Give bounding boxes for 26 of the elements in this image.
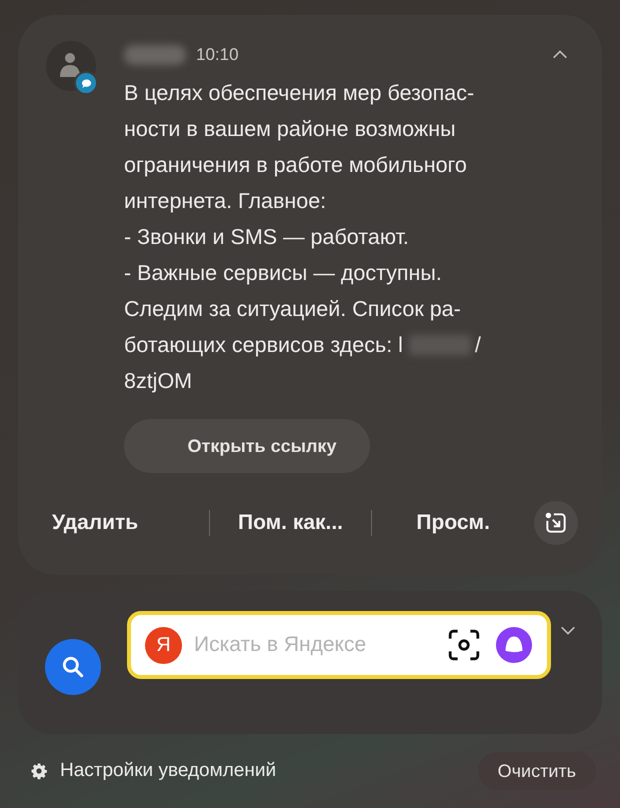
message-text: - Важные сервисы — доступны.: [124, 260, 442, 287]
message-text: 8ztjOM: [124, 368, 192, 395]
message-text: интернета. Главное:: [124, 188, 326, 215]
action-button[interactable]: Просм.: [410, 507, 496, 539]
search-field[interactable]: Я Искать в Яндексе: [127, 611, 551, 679]
message-text: /: [474, 332, 481, 359]
camera-scan-icon[interactable]: [447, 628, 481, 662]
settings-icon[interactable]: [30, 762, 48, 780]
message-text: ограничения в работе мобильного: [124, 152, 467, 179]
message-text: ботающих сервисов здесь: l: [124, 332, 403, 359]
action-button[interactable]: Пом. как...: [232, 507, 350, 539]
search-icon: [60, 654, 86, 680]
notification-time: 10:10: [196, 44, 239, 66]
open-link-button[interactable]: Открыть ссылку: [124, 419, 370, 473]
action-button[interactable]: Удалить: [46, 507, 144, 539]
message-text: ности в вашем районе возможны: [124, 116, 456, 143]
blurred-sender-name: [124, 45, 186, 65]
expand-view-button[interactable]: [534, 501, 578, 545]
message-text: В целях обеспечения мер безопас-: [124, 80, 474, 107]
message-text: - Звонки и SMS — работают.: [124, 224, 409, 251]
yandex-logo-icon: Я: [145, 626, 182, 664]
notification-settings-link[interactable]: Настройки уведомлений: [60, 756, 276, 786]
message-text: Следим за ситуацией. Список ра-: [124, 296, 461, 323]
clear-button[interactable]: Очистить: [478, 752, 596, 790]
search-input[interactable]: Искать в Яндексе: [194, 629, 433, 661]
voice-assistant-icon[interactable]: [495, 626, 533, 664]
